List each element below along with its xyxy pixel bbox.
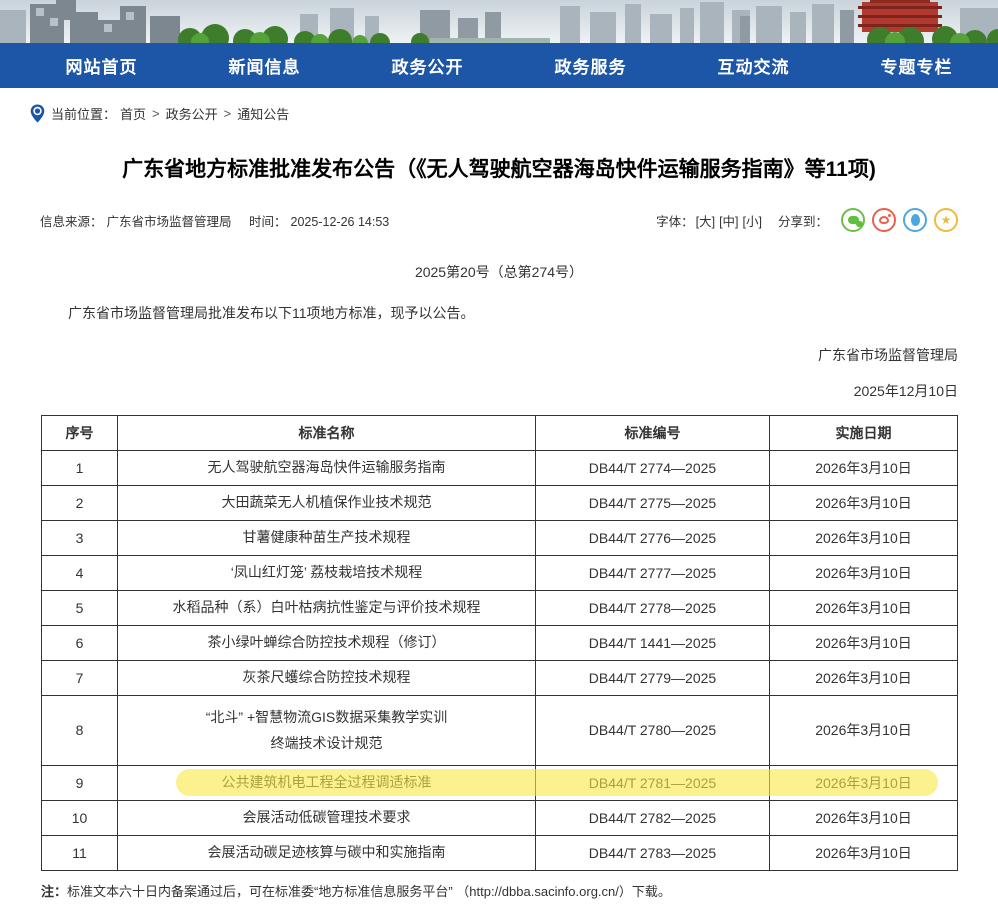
share-qq-icon[interactable] bbox=[903, 208, 927, 232]
table-row: 10会展活动低碳管理技术要求DB44/T 2782—20252026年3月10日 bbox=[42, 800, 958, 835]
share-favorite-star-icon[interactable]: ★ bbox=[934, 208, 958, 232]
article-source-time: 信息来源： 广东省市场监督管理局 时间： 2025-12-26 14:53 bbox=[40, 211, 393, 230]
header-name: 标准名称 bbox=[118, 415, 536, 450]
standards-table: 序号 标准名称 标准编号 实施日期 1无人驾驶航空器海岛快件运输服务指南DB44… bbox=[41, 415, 958, 871]
breadcrumb: 当前位置： 首页 > 政务公开 > 通知公告 bbox=[0, 88, 998, 131]
nav-item-gov-info[interactable]: 政务公开 bbox=[346, 53, 509, 78]
signature-date: 2025年12月10日 bbox=[40, 381, 958, 401]
time-label: 时间： bbox=[249, 215, 287, 229]
font-size-label: 字体： bbox=[656, 211, 694, 230]
breadcrumb-separator: > bbox=[152, 106, 160, 121]
font-size-large-button[interactable]: [大] bbox=[696, 211, 715, 230]
location-pin-icon bbox=[30, 104, 45, 123]
table-row: 11会展活动碳足迹核算与碳中和实施指南DB44/T 2783—20252026年… bbox=[42, 835, 958, 870]
font-size-small-button[interactable]: [小] bbox=[743, 211, 762, 230]
article-meta-row: 信息来源： 广东省市场监督管理局 时间： 2025-12-26 14:53 字体： … bbox=[40, 208, 958, 232]
breadcrumb-gov-info[interactable]: 政务公开 bbox=[166, 104, 218, 123]
top-navigation: 网站首页 新闻信息 政务公开 政务服务 互动交流 专题专栏 bbox=[0, 43, 998, 88]
font-share-controls: 字体： [大] [中] [小] 分享到： ★ bbox=[656, 208, 958, 232]
banner-image bbox=[0, 0, 998, 43]
nav-item-interaction[interactable]: 互动交流 bbox=[672, 53, 835, 78]
font-size-medium-button[interactable]: [中] bbox=[719, 211, 738, 230]
note-text: 标准文本六十日内备案通过后，可在标准委“地方标准信息服务平台” （http://… bbox=[67, 884, 671, 899]
breadcrumb-notices[interactable]: 通知公告 bbox=[237, 104, 289, 123]
header-date: 实施日期 bbox=[770, 415, 958, 450]
nav-item-topics[interactable]: 专题专栏 bbox=[835, 53, 998, 78]
table-header-row: 序号 标准名称 标准编号 实施日期 bbox=[42, 415, 958, 450]
signature-agency: 广东省市场监督管理局 bbox=[40, 345, 958, 365]
nav-item-gov-service[interactable]: 政务服务 bbox=[509, 53, 672, 78]
page-title: 广东省地方标准批准发布公告（《无人驾驶航空器海岛快件运输服务指南》等11项) bbox=[50, 155, 948, 184]
table-row: 1无人驾驶航空器海岛快件运输服务指南DB44/T 2774—20252026年3… bbox=[42, 450, 958, 485]
table-row: 6茶小绿叶蝉综合防控技术规程（修订）DB44/T 1441—20252026年3… bbox=[42, 625, 958, 660]
table-row: 2大田蔬菜无人机植保作业技术规范DB44/T 2775—20252026年3月1… bbox=[42, 485, 958, 520]
breadcrumb-separator: > bbox=[224, 106, 232, 121]
table-row: 7灰茶尺蠖综合防控技术规程DB44/T 2779—20252026年3月10日 bbox=[42, 660, 958, 695]
note-label: 注： bbox=[41, 884, 67, 899]
table-row: 5水稻品种（系）白叶枯病抗性鉴定与评价技术规程DB44/T 2778—20252… bbox=[42, 590, 958, 625]
standards-table-wrapper: 序号 标准名称 标准编号 实施日期 1无人驾驶航空器海岛快件运输服务指南DB44… bbox=[41, 415, 957, 871]
time-value: 2025-12-26 14:53 bbox=[291, 215, 390, 229]
document-number: 2025第20号（总第274号） bbox=[40, 262, 958, 282]
breadcrumb-label: 当前位置： bbox=[51, 104, 116, 123]
table-row: 4‘凤山红灯笼’ 荔枝栽培技术规程DB44/T 2777—20252026年3月… bbox=[42, 555, 958, 590]
share-wechat-icon[interactable] bbox=[841, 208, 865, 232]
table-row: 8“北斗” +智慧物流GIS数据采集教学实训 终端技术设计规范DB44/T 27… bbox=[42, 695, 958, 765]
share-label: 分享到： bbox=[778, 211, 828, 230]
table-row-highlighted: 9公共建筑机电工程全过程调适标准DB44/T 2781—20252026年3月1… bbox=[42, 765, 958, 800]
announcement-body: 广东省市场监督管理局批准发布以下11项地方标准，现予以公告。 bbox=[40, 302, 958, 324]
header-seq: 序号 bbox=[42, 415, 118, 450]
nav-item-news[interactable]: 新闻信息 bbox=[183, 53, 346, 78]
city-skyline-photo bbox=[0, 0, 998, 43]
table-row: 3甘薯健康种苗生产技术规程DB44/T 2776—20252026年3月10日 bbox=[42, 520, 958, 555]
article: 广东省地方标准批准发布公告（《无人驾驶航空器海岛快件运输服务指南》等11项) 信… bbox=[0, 155, 998, 900]
nav-item-home[interactable]: 网站首页 bbox=[20, 53, 183, 78]
breadcrumb-home[interactable]: 首页 bbox=[120, 104, 146, 123]
source-label: 信息来源： bbox=[40, 215, 103, 229]
source-value: 广东省市场监督管理局 bbox=[107, 215, 232, 229]
header-code: 标准编号 bbox=[536, 415, 770, 450]
share-weibo-icon[interactable] bbox=[872, 208, 896, 232]
footer-note: 注：标准文本六十日内备案通过后，可在标准委“地方标准信息服务平台” （http:… bbox=[41, 881, 957, 900]
